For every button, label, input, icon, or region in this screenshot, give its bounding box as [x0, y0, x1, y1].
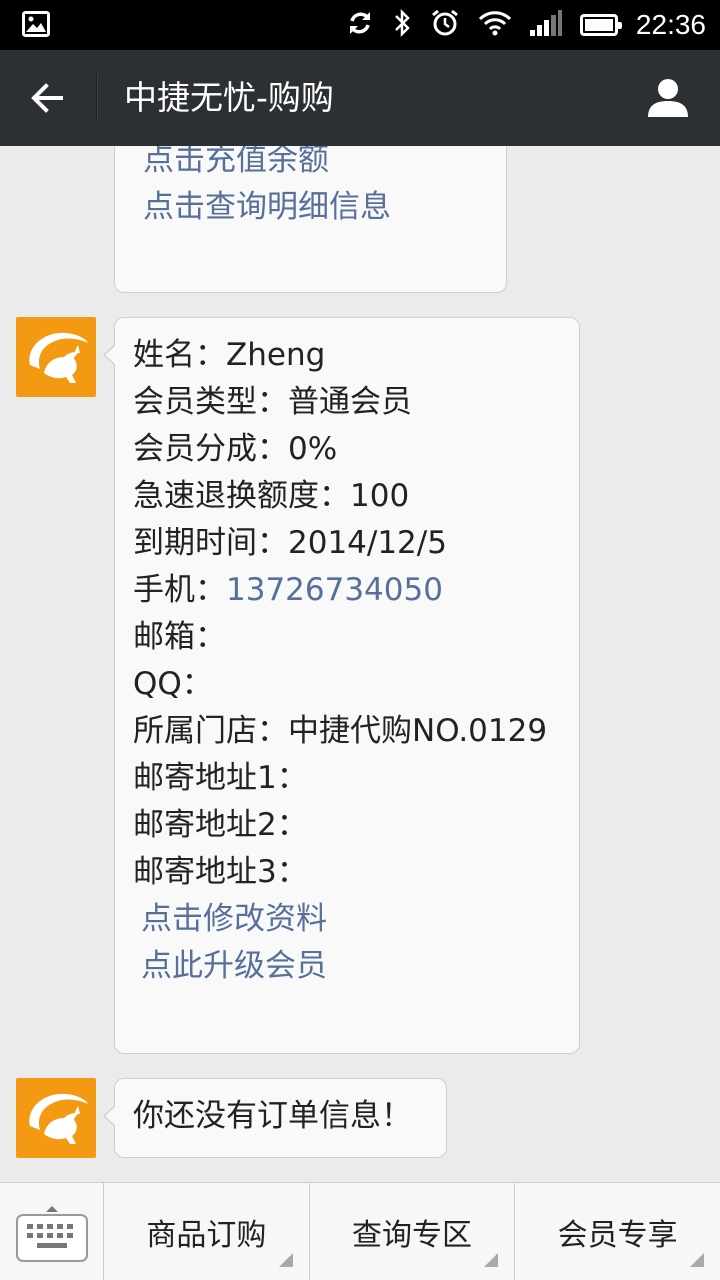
- menu-label: 商品订购: [146, 1218, 267, 1253]
- status-bar: 22:36: [0, 0, 720, 50]
- message-bubble-recharge: 点击充值余额 点击查询明细信息: [114, 146, 507, 293]
- query-details-link[interactable]: 点击查询明细信息: [135, 184, 506, 231]
- member-type: 会员类型：普通会员: [133, 384, 412, 420]
- kangaroo-logo-icon: [29, 332, 88, 383]
- kangaroo-logo-icon: [29, 1093, 88, 1144]
- chat-area: 点击充值余额 点击查询明细信息 姓名：Zheng 会员类型：普通会员 会员分成：…: [0, 146, 720, 1182]
- phone-link[interactable]: 13726734050: [226, 572, 443, 608]
- menu-query-zone[interactable]: 查询专区: [310, 1183, 516, 1280]
- page-title: 中捷无忧-购购: [124, 78, 334, 117]
- bottom-menu-bar: 商品订购 查询专区 会员专享: [0, 1182, 720, 1280]
- message-bubble-member-info: 姓名：Zheng 会员类型：普通会员 会员分成：0% 急速退换额度：100 到期…: [103, 317, 580, 1054]
- keyboard-icon: [15, 1206, 88, 1262]
- address2-row: 邮寄地址2：: [133, 807, 308, 843]
- qq-row: QQ：: [133, 666, 213, 702]
- member-name: 姓名：Zheng: [133, 337, 326, 373]
- upgrade-member-link[interactable]: 点此升级会员: [133, 943, 579, 990]
- return-quota: 急速退换额度：100: [133, 478, 410, 514]
- email-row: 邮箱：: [133, 619, 226, 655]
- back-button[interactable]: [0, 50, 96, 146]
- person-icon: [648, 79, 688, 117]
- menu-product-order[interactable]: 商品订购: [104, 1183, 310, 1280]
- sync-icon: [346, 9, 374, 41]
- profile-button[interactable]: [636, 66, 700, 130]
- expire-date: 到期时间：2014/12/5: [133, 525, 447, 561]
- message-bubble-no-orders: 你还没有订单信息！: [103, 1078, 447, 1158]
- battery-icon: [579, 14, 622, 36]
- submenu-indicator-icon: [278, 1253, 293, 1267]
- address3-row: 邮寄地址3：: [133, 854, 308, 890]
- member-share: 会员分成：0%: [133, 431, 338, 467]
- title-bar: 中捷无忧-购购: [0, 50, 720, 146]
- wifi-icon: [478, 10, 512, 40]
- edit-profile-link[interactable]: 点击修改资料: [133, 896, 579, 943]
- submenu-indicator-icon: [690, 1253, 705, 1267]
- recharge-link[interactable]: 点击充值余额: [135, 146, 506, 184]
- phone-label: 手机：: [133, 572, 226, 608]
- back-arrow-icon: [31, 83, 63, 113]
- menu-label: 查询专区: [352, 1218, 472, 1253]
- avatar[interactable]: [16, 317, 96, 397]
- no-orders-text: 你还没有订单信息！: [133, 1098, 412, 1134]
- signal-icon: [529, 10, 562, 40]
- address1-row: 邮寄地址1：: [133, 760, 308, 796]
- alarm-icon: [430, 8, 460, 42]
- title-divider: [96, 74, 98, 122]
- bluetooth-icon: [392, 8, 412, 42]
- image-icon: [22, 11, 50, 41]
- phone-row: 手机：13726734050: [133, 567, 579, 614]
- submenu-indicator-icon: [484, 1253, 499, 1267]
- store-row: 所属门店：中捷代购NO.0129: [133, 713, 548, 749]
- menu-member-exclusive[interactable]: 会员专享: [515, 1183, 720, 1280]
- clock-time: 22:36: [635, 9, 706, 40]
- keyboard-toggle-button[interactable]: [0, 1183, 104, 1280]
- menu-label: 会员专享: [557, 1218, 678, 1253]
- avatar[interactable]: [16, 1078, 96, 1158]
